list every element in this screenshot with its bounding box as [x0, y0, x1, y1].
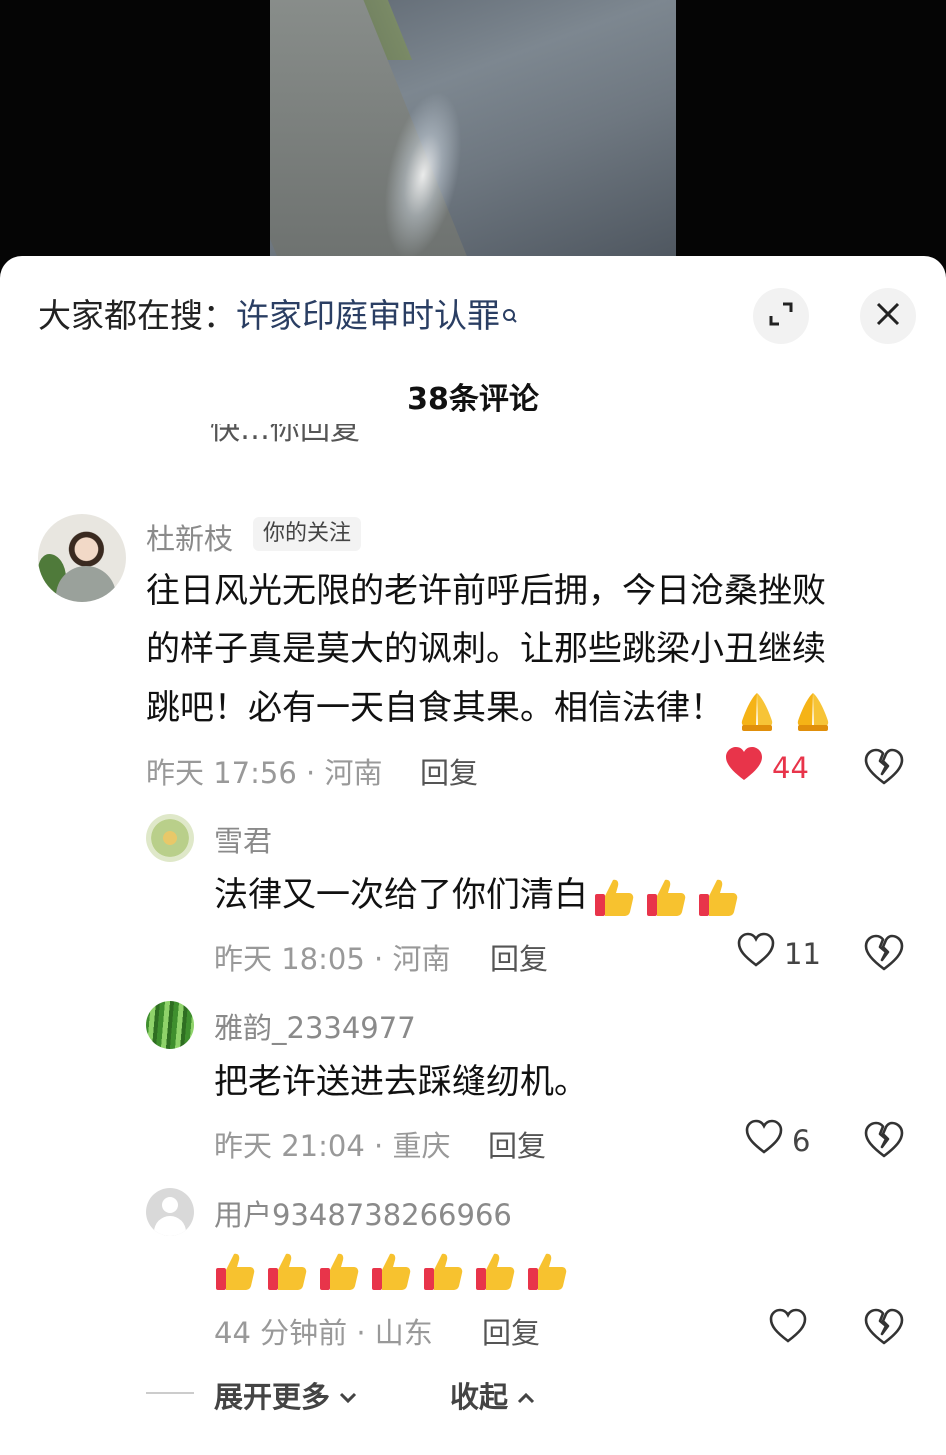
thumbs-up-emoji: [697, 876, 739, 918]
comment-author[interactable]: 用户9348738266966: [214, 1192, 512, 1234]
expand-more-button[interactable]: 展开更多: [214, 1374, 358, 1416]
thumbs-up-emoji: [593, 876, 635, 918]
search-query-link[interactable]: 许家印庭审时认罪: [236, 296, 500, 335]
reply-button[interactable]: 回复: [490, 936, 548, 978]
comment-meta: 昨天 17:56 · 河南: [146, 756, 383, 790]
avatar[interactable]: [38, 514, 126, 602]
video-frame[interactable]: [270, 0, 676, 262]
like-count: 44: [772, 750, 809, 785]
comment-meta: 昨天 18:05 · 河南: [214, 942, 451, 976]
comment-author[interactable]: 杜新枝: [146, 516, 233, 558]
comment-meta: 44 分钟前 · 山东: [214, 1316, 433, 1350]
footer-divider: [146, 1392, 194, 1394]
expand-icon: [767, 300, 795, 332]
comment-meta: 昨天 21:04 · 重庆: [214, 1129, 451, 1163]
pray-emoji: [790, 687, 836, 733]
pray-emoji: [734, 687, 780, 733]
avatar-body: [154, 1216, 186, 1236]
comment-text-line: 跳吧！必有一天自食其果。相信法律！: [146, 679, 836, 737]
comment-text-content: 法律又一次给了你们清白: [214, 875, 588, 915]
reply-button[interactable]: 回复: [482, 1310, 540, 1352]
close-button[interactable]: [860, 288, 916, 344]
reply-button[interactable]: 回复: [420, 750, 478, 792]
heart-filled-icon: [724, 746, 772, 789]
comment-count-title: 38条评论: [407, 382, 539, 417]
like-button[interactable]: 6: [744, 1119, 810, 1162]
thumbs-up-emoji: [318, 1250, 360, 1292]
dislike-button[interactable]: [864, 934, 904, 976]
dislike-button[interactable]: [864, 1121, 904, 1163]
heart-outline-icon: [744, 1119, 792, 1162]
like-button[interactable]: 44: [724, 746, 809, 789]
collapse-label: 收起: [450, 1380, 509, 1414]
expand-more-label: 展开更多: [214, 1380, 331, 1414]
expand-button[interactable]: [753, 288, 809, 344]
broken-heart-icon: [864, 934, 904, 976]
heart-outline-icon: [736, 932, 784, 975]
chevron-down-icon: [330, 1378, 358, 1412]
comment-text: 法律又一次给了你们清白: [214, 866, 744, 924]
comment-author[interactable]: 雅韵_2334977: [214, 1005, 416, 1047]
avatar[interactable]: [146, 1188, 194, 1236]
search-icon: [502, 294, 518, 338]
comment-text: [214, 1240, 573, 1298]
thumbs-up-emoji: [645, 876, 687, 918]
dislike-button[interactable]: [864, 748, 904, 790]
reply-button[interactable]: 回复: [488, 1123, 546, 1165]
search-suggestion[interactable]: 大家都在搜：许家印庭审时认罪: [38, 294, 518, 338]
avatar[interactable]: [146, 814, 194, 862]
broken-heart-icon: [864, 748, 904, 790]
comment-text-line-content: 跳吧！必有一天自食其果。相信法律！: [146, 688, 724, 728]
truncated-previous-comment: 快…你回复: [210, 424, 360, 447]
thumbs-up-emoji: [526, 1250, 568, 1292]
dislike-button[interactable]: [864, 1308, 904, 1350]
following-badge: 你的关注: [253, 517, 362, 551]
comment-text-line: 往日风光无限的老许前呼后拥，今日沧桑挫败: [146, 571, 826, 611]
comment-text-line: 的样子真是莫大的讽刺。让那些跳梁小丑继续: [146, 629, 826, 669]
collapse-button[interactable]: 收起: [450, 1374, 536, 1416]
thumbs-up-emoji: [474, 1250, 516, 1292]
like-count: 11: [784, 936, 821, 971]
thumbs-up-emoji: [266, 1250, 308, 1292]
broken-heart-icon: [864, 1121, 904, 1163]
comment-sheet: 大家都在搜：许家印庭审时认罪 38条评论 快…你回复 杜新枝 你的关注 往日风光…: [0, 256, 946, 1455]
search-prefix: 大家都在搜：: [38, 296, 236, 335]
broken-heart-icon: [864, 1308, 904, 1350]
video-area[interactable]: [0, 0, 946, 270]
avatar[interactable]: [146, 1001, 194, 1049]
thumbs-up-emoji: [422, 1250, 464, 1292]
comment-text: 把老许送进去踩缝纫机。: [214, 1062, 588, 1102]
chevron-up-icon: [508, 1378, 536, 1412]
comment-author[interactable]: 雪君: [214, 818, 272, 860]
like-button[interactable]: 11: [736, 932, 821, 975]
like-count: 6: [792, 1123, 811, 1158]
thumbs-up-emoji: [214, 1250, 256, 1292]
close-icon: [874, 300, 902, 332]
thumbs-up-emoji: [370, 1250, 412, 1292]
avatar-head: [162, 1197, 178, 1213]
like-button[interactable]: [768, 1308, 816, 1351]
heart-outline-icon: [768, 1308, 816, 1351]
